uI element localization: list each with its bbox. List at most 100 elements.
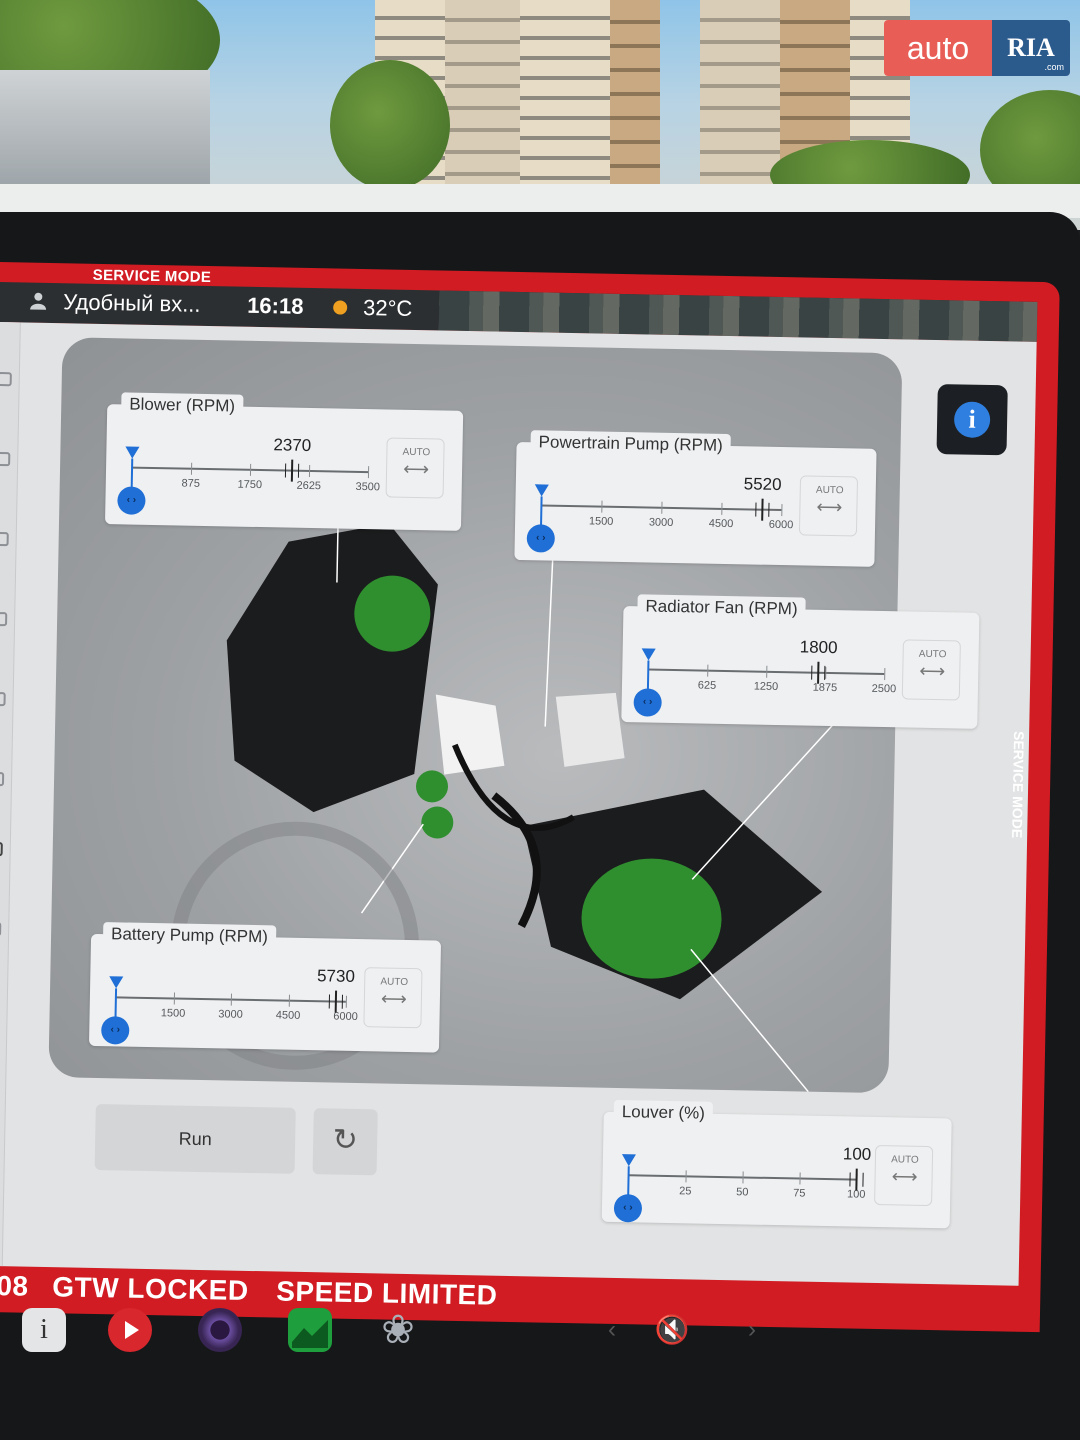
clock: 16:18 <box>246 292 304 319</box>
app-dock: i ❀ ‹ 🔇 › <box>0 1300 1080 1380</box>
louver-title: Louver (%) <box>613 1099 714 1126</box>
current-value-marker <box>855 1168 858 1191</box>
slider-tick-label: 75 <box>793 1187 806 1200</box>
owners-manual-icon[interactable]: i <box>22 1308 66 1352</box>
radiator-fan-slider-card: Radiator Fan (RPM) 625 1250 1875 2500 1800 ‹ ›… <box>621 594 980 729</box>
radiator-fan-slider-track[interactable]: 625 1250 1875 2500 1800 <box>648 637 896 695</box>
slider-tick <box>230 993 232 1006</box>
slider-tick <box>799 1172 801 1185</box>
fan-icon[interactable]: ❀ <box>376 1308 420 1352</box>
auto-arrows-icon: ⟷ <box>403 458 430 480</box>
display-icon[interactable] <box>0 771 5 787</box>
slider-tick <box>766 665 768 678</box>
louver-slider-handle[interactable]: ‹ › <box>613 1193 643 1223</box>
current-value-marker <box>334 990 337 1013</box>
auto-label: AUTO <box>380 976 409 988</box>
toybox-icon[interactable] <box>108 1308 152 1352</box>
car-icon[interactable] <box>0 371 12 387</box>
slider-tick-label: 1250 <box>753 680 779 694</box>
service-menu-rail <box>0 321 21 1267</box>
slider-tick-label: 3000 <box>648 516 674 529</box>
current-value-marker <box>816 661 820 684</box>
tools-icon[interactable] <box>0 451 11 467</box>
slider-tick-label: 2500 <box>871 682 897 696</box>
powertrain-pump-title: Powertrain Pump (RPM) <box>530 430 732 459</box>
auto-label: AUTO <box>918 648 947 661</box>
status-code: 108 <box>0 1269 29 1302</box>
powertrain-pump-slider-track[interactable]: 1500 3000 4500 6000 5520 <box>541 474 793 531</box>
slider-tick <box>345 995 347 1008</box>
radiator-fan-slider-handle[interactable]: ‹ › <box>633 688 662 717</box>
refresh-icon[interactable]: ↻ <box>312 1108 378 1176</box>
current-value-label: 2370 <box>273 435 312 456</box>
slider-pointer-icon <box>109 976 124 989</box>
slider-tick-label: 2625 <box>296 479 322 493</box>
slider-tick-label: 6000 <box>768 518 794 532</box>
energy-chart-icon[interactable] <box>288 1308 332 1352</box>
slider-tick <box>742 1171 744 1184</box>
slider-pointer-icon <box>621 1154 636 1167</box>
next-icon[interactable]: › <box>730 1308 774 1352</box>
slider-tick-label: 6000 <box>333 1010 358 1024</box>
slider-tick <box>661 501 663 514</box>
watermark-auto-text: auto <box>884 20 992 76</box>
blower-auto-button[interactable]: AUTO ⟷ <box>385 437 445 499</box>
current-value-marker <box>760 498 764 521</box>
powertrain-pump-slider-card: Powertrain Pump (RPM) 1500 3000 4500 6000 552… <box>514 430 877 567</box>
info-button[interactable]: i <box>936 384 1008 456</box>
blower-slider-handle[interactable]: ‹ › <box>117 486 146 515</box>
user-profile-icon[interactable] <box>29 292 47 310</box>
slider-tick-label: 50 <box>736 1186 749 1199</box>
outside-temperature: 32°C <box>362 294 413 321</box>
settings-icon[interactable] <box>0 921 2 937</box>
powertrain-pump-slider-handle[interactable]: ‹ › <box>526 524 556 553</box>
slider-tick-label: 875 <box>181 477 201 490</box>
mute-icon[interactable]: 🔇 <box>650 1308 694 1352</box>
autoria-watermark: auto RIA .com <box>884 20 1070 76</box>
blower-title: Blower (RPM) <box>121 392 244 419</box>
watermark-ria-text: RIA .com <box>992 20 1070 76</box>
louver-auto-button[interactable]: AUTO ⟷ <box>874 1144 934 1207</box>
battery-pump-slider-track[interactable]: 1500 3000 4500 6000 5730 <box>115 966 358 1023</box>
battery-icon[interactable] <box>0 611 8 627</box>
battery-pump-auto-button[interactable]: AUTO ⟷ <box>363 967 423 1029</box>
coolant-reservoir <box>435 694 505 775</box>
thermal-icon[interactable] <box>0 841 3 857</box>
slider-tick <box>884 668 886 681</box>
auto-arrows-icon: ⟷ <box>919 660 946 682</box>
radiator-fan-title: Radiator Fan (RPM) <box>637 594 806 622</box>
driver-profile-name[interactable]: Удобный вх... <box>63 289 201 318</box>
slider-tick <box>308 464 311 477</box>
slider-tick-label: 1750 <box>237 478 263 492</box>
slider-tick <box>367 466 370 479</box>
previous-icon[interactable]: ‹ <box>590 1308 634 1352</box>
blower-slider-track[interactable]: 875 1750 2625 3500 2370 <box>132 435 380 493</box>
battery-pump-highlight <box>416 770 449 803</box>
run-button[interactable]: Run <box>94 1103 296 1174</box>
current-value-marker <box>290 459 294 482</box>
current-value-label: 100 <box>842 1144 872 1164</box>
steering-icon[interactable] <box>0 531 9 547</box>
slider-tick-label: 4500 <box>708 517 734 531</box>
service-mode-side-label: SERVICE MODE <box>1009 730 1028 839</box>
slider-tick <box>825 666 827 679</box>
slider-tick <box>249 463 252 476</box>
current-value-label: 5520 <box>743 474 782 495</box>
slider-tick-label: 1500 <box>160 1007 186 1020</box>
drive-icon[interactable] <box>0 691 6 707</box>
powertrain-pump-auto-button[interactable]: AUTO ⟷ <box>798 475 859 537</box>
info-icon: i <box>953 401 991 439</box>
louver-slider-track[interactable]: 25 50 75 100 100 <box>628 1144 871 1201</box>
hvac-module <box>226 523 438 813</box>
blower-slider-card: Blower (RPM) 875 1750 2625 3500 2370 ‹ › AUTO ⟷ <box>104 392 464 531</box>
camera-icon[interactable] <box>198 1308 242 1352</box>
radiator-fan-auto-button[interactable]: AUTO ⟷ <box>901 639 961 701</box>
battery-pump-slider-handle[interactable]: ‹ › <box>101 1016 130 1045</box>
slider-pointer-icon <box>125 446 140 459</box>
slider-tick <box>288 994 290 1007</box>
slider-tick <box>190 462 193 475</box>
auto-arrows-icon: ⟷ <box>380 988 408 1009</box>
slider-pointer-icon <box>534 484 549 497</box>
slider-tick-label: 1500 <box>588 515 614 528</box>
powertrain-pump-highlight <box>421 806 454 839</box>
